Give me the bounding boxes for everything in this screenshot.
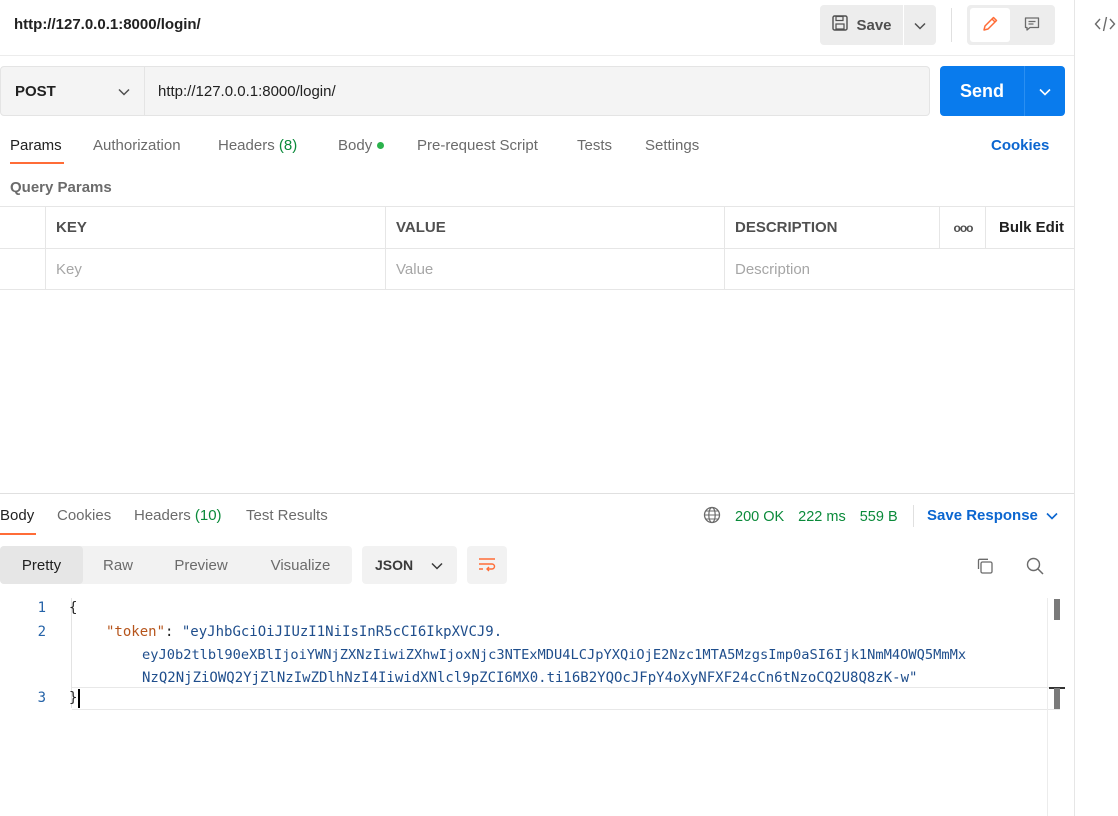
tab-headers-label: Headers [218, 137, 275, 154]
tab-headers[interactable]: Headers (8) [218, 137, 297, 154]
response-time[interactable]: 222 ms [798, 509, 846, 525]
line-number: 3 [37, 690, 46, 706]
view-mode-group: Pretty Raw Preview Visualize [0, 546, 352, 584]
row-checkbox [0, 249, 46, 290]
code-icon [1094, 16, 1116, 37]
chevron-down-icon [118, 83, 130, 100]
copy-icon [975, 558, 995, 579]
response-meta-divider [913, 505, 914, 527]
row-checkbox-column [0, 207, 46, 248]
json-value-part1: "eyJhbGciOiJIUzI1NiIsInR5cCI6IkpXVCJ9. [181, 624, 503, 640]
line-number: 2 [37, 624, 46, 640]
json-colon: : [165, 624, 182, 640]
mode-toggle [967, 5, 1055, 45]
query-params-title: Query Params [10, 179, 112, 196]
active-response-tab-indicator [0, 533, 36, 535]
wrap-lines-button[interactable] [467, 546, 507, 584]
description-input[interactable]: Description [724, 249, 1074, 290]
bulk-edit-button[interactable]: Bulk Edit [985, 207, 1074, 248]
tab-tests[interactable]: Tests [577, 137, 612, 154]
edit-toggle-button[interactable] [970, 8, 1010, 42]
response-tab-headers-label: Headers [134, 507, 191, 524]
column-key: KEY [45, 207, 386, 248]
response-separator[interactable] [0, 493, 1074, 494]
key-input[interactable]: Key [45, 249, 386, 290]
save-button-label: Save [856, 16, 892, 34]
save-options-button[interactable] [904, 5, 936, 45]
view-preview-button[interactable]: Preview [153, 546, 249, 584]
scrollbar-marker [1054, 688, 1060, 709]
text-wrap-icon [477, 556, 497, 575]
response-tab-headers[interactable]: Headers (10) [134, 507, 222, 524]
tab-authorization[interactable]: Authorization [93, 137, 181, 154]
send-button-group: Send [940, 66, 1065, 116]
table-header-row: KEY VALUE DESCRIPTION ooo Bulk Edit [0, 206, 1074, 248]
copy-response-button[interactable] [975, 556, 995, 579]
format-select[interactable]: JSON [362, 546, 457, 584]
response-headers-count: (10) [194, 507, 222, 524]
chevron-down-icon [431, 557, 443, 573]
response-tab-cookies[interactable]: Cookies [57, 507, 111, 524]
globe-icon[interactable] [703, 506, 721, 528]
column-description: DESCRIPTION [724, 207, 940, 248]
method-value: POST [15, 82, 56, 100]
json-line-token: "token": "eyJhbGciOiJIUzI1NiIsInR5cCI6Ik… [106, 624, 502, 640]
save-button-group: Save [820, 5, 936, 45]
comment-icon [1023, 15, 1041, 36]
value-input[interactable]: Value [385, 249, 725, 290]
view-pretty-button[interactable]: Pretty [0, 546, 83, 584]
json-value-part3: NzQ2NjZiOWQ2YjZlNzIwZDlhNzI4IiwidXNlcl9p… [142, 670, 918, 686]
header-divider [951, 8, 952, 42]
scrollbar-thumb[interactable] [1054, 599, 1060, 620]
url-input[interactable]: http://127.0.0.1:8000/login/ [145, 66, 930, 116]
active-line-highlight [72, 687, 1060, 710]
table-row: Key Value Description [0, 248, 1074, 290]
format-value: JSON [375, 557, 414, 573]
save-icon [831, 14, 849, 36]
send-button[interactable]: Send [940, 66, 1025, 116]
response-meta: 200 OK 222 ms 559 B [703, 506, 898, 528]
save-response-label: Save Response [927, 507, 1038, 524]
headers-count: (8) [278, 137, 298, 154]
chevron-down-icon [1039, 83, 1051, 99]
json-close-brace: } [69, 690, 78, 706]
response-tab-test-results[interactable]: Test Results [246, 507, 328, 524]
line-number: 1 [37, 600, 46, 616]
active-tab-indicator [10, 162, 64, 164]
chevron-down-icon [1046, 507, 1058, 524]
send-options-button[interactable] [1025, 66, 1065, 116]
search-icon [1025, 557, 1045, 579]
pencil-icon [981, 15, 999, 36]
save-response-button[interactable]: Save Response [927, 507, 1058, 524]
json-open-brace: { [69, 600, 78, 616]
request-title[interactable]: http://127.0.0.1:8000/login/ [14, 16, 201, 33]
save-button[interactable]: Save [820, 5, 904, 45]
more-options-button[interactable]: ooo [939, 207, 986, 248]
body-indicator-dot [377, 141, 385, 149]
method-select[interactable]: POST [0, 66, 145, 116]
right-sidebar-border [1074, 0, 1075, 816]
comments-toggle-button[interactable] [1012, 8, 1052, 42]
text-cursor [78, 689, 80, 708]
json-key: "token" [106, 624, 166, 640]
view-visualize-button[interactable]: Visualize [249, 546, 352, 584]
search-response-button[interactable] [1025, 556, 1045, 579]
url-value: http://127.0.0.1:8000/login/ [158, 82, 336, 100]
json-value-part2: eyJ0b2tlbl90eXBlIjoiYWNjZXNzIiwiZXhwIjox… [142, 647, 967, 663]
status-badge[interactable]: 200 OK [735, 509, 784, 525]
code-snippet-button[interactable] [1094, 14, 1116, 37]
header-separator [0, 55, 1074, 56]
response-size[interactable]: 559 B [860, 509, 898, 525]
params-table: KEY VALUE DESCRIPTION ooo Bulk Edit Key … [0, 206, 1074, 290]
view-raw-button[interactable]: Raw [83, 546, 153, 584]
tab-body[interactable]: Body [338, 137, 385, 154]
chevron-down-icon [914, 17, 926, 33]
tab-body-label: Body [338, 137, 373, 154]
tab-params[interactable]: Params [10, 137, 62, 154]
response-tab-body[interactable]: Body [0, 507, 34, 524]
tab-pre-request-script[interactable]: Pre-request Script [417, 137, 538, 154]
tab-settings[interactable]: Settings [645, 137, 699, 154]
cookies-link[interactable]: Cookies [991, 137, 1049, 154]
column-value: VALUE [385, 207, 725, 248]
